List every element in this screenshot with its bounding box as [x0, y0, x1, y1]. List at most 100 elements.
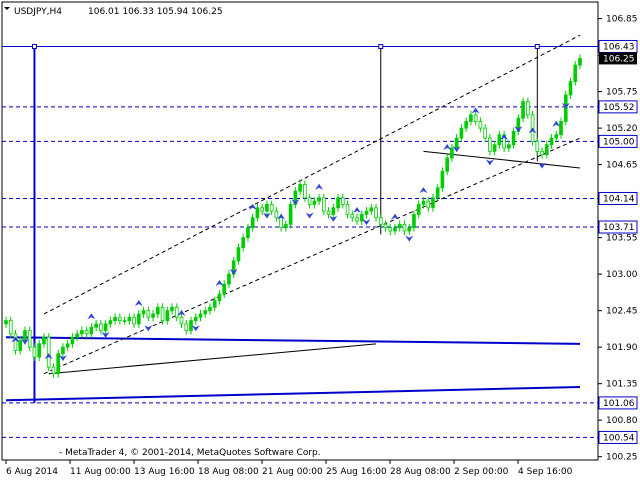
- candle-body: [179, 316, 184, 325]
- current-price-label: 106.25: [603, 54, 635, 64]
- candle-body: [407, 227, 412, 232]
- x-tick-label: 25 Aug 16:00: [326, 467, 387, 477]
- candle-body: [269, 204, 274, 212]
- candle-body: [303, 184, 307, 199]
- candle-body: [246, 227, 250, 239]
- y-axis: 100.25 100.80 101.35 101.90 102.45 103.00 103.…: [598, 15, 638, 463]
- candle-body: [511, 131, 516, 146]
- candle-body: [46, 336, 51, 368]
- candle-body: [364, 210, 369, 215]
- candle-body: [369, 207, 374, 212]
- candle-body: [374, 207, 378, 219]
- candle-body: [113, 316, 117, 322]
- candle-body: [336, 197, 340, 209]
- candle-body: [265, 204, 269, 212]
- candle-body: [208, 306, 212, 312]
- candle-body: [540, 150, 544, 156]
- candle-body: [544, 144, 549, 156]
- candle-body: [241, 237, 246, 248]
- candle-body: [255, 207, 260, 219]
- candle-body: [151, 313, 155, 318]
- candle-body: [4, 320, 8, 325]
- copyright-footer: - MetaTrader 4, © 2001-2014, MetaQuotes …: [59, 448, 321, 458]
- y-tick-label: 106.85: [606, 15, 638, 25]
- candle-body: [416, 204, 421, 215]
- ohlc-label: 106.01 106.33 105.94 106.25: [88, 7, 223, 17]
- marker-handle: [534, 43, 540, 49]
- candle-body: [393, 227, 397, 232]
- candle-body: [184, 323, 189, 331]
- x-tick-label: 2 Sep 00:00: [454, 467, 509, 477]
- y-tick-label: 104.65: [606, 161, 638, 171]
- candle-body: [464, 121, 468, 129]
- price-level-tag-label: 101.06: [603, 399, 635, 409]
- price-level-tag-label: 103.71: [603, 223, 635, 233]
- marker-handle: [31, 43, 37, 49]
- price-chart[interactable]: 100.25 100.80 101.35 101.90 102.45 103.00 103.…: [0, 0, 640, 480]
- candle-body: [160, 306, 165, 322]
- candle-body: [426, 200, 431, 209]
- candle-body: [118, 316, 122, 322]
- candle-body: [127, 316, 132, 322]
- candle-body: [94, 323, 98, 328]
- plot-area-border: [1, 1, 599, 461]
- candle-body: [260, 207, 264, 212]
- price-level-tag-label: 105.52: [603, 103, 635, 113]
- candle-body: [397, 223, 402, 229]
- candle-body: [340, 197, 345, 205]
- candle-body: [412, 214, 416, 229]
- candle-body: [331, 207, 336, 215]
- candle-body: [203, 310, 208, 315]
- price-level-tag-label: 105.00: [603, 137, 635, 147]
- candle-body: [103, 323, 108, 331]
- candle-body: [227, 273, 231, 285]
- candle-body: [488, 137, 492, 152]
- candle-body: [549, 137, 554, 146]
- x-tick-label: 28 Aug 08:00: [390, 467, 451, 477]
- candle-body: [122, 320, 127, 323]
- price-level-tag-label: 106.43: [603, 42, 635, 52]
- candle-body: [312, 200, 317, 205]
- candle-body: [37, 343, 42, 358]
- candle-body: [568, 81, 573, 96]
- candle-body: [483, 127, 487, 139]
- y-tick-label: 103.00: [606, 270, 638, 280]
- candle-body: [198, 313, 203, 318]
- candle-body: [355, 217, 359, 222]
- candle-body: [132, 316, 136, 325]
- candle-body: [473, 114, 478, 122]
- candle-body: [573, 64, 578, 83]
- y-tick-label: 105.20: [606, 124, 638, 134]
- candle-body: [554, 134, 559, 139]
- candle-body: [359, 214, 364, 222]
- y-tick-label: 105.75: [606, 88, 638, 98]
- x-tick-label: 4 Sep 16:00: [518, 467, 573, 477]
- candle-body: [146, 310, 151, 318]
- candle-body: [345, 204, 350, 215]
- candle-body: [23, 330, 27, 341]
- candle-body: [284, 223, 288, 229]
- candle-body: [307, 197, 312, 205]
- candle-body: [274, 210, 279, 219]
- candle-body: [141, 310, 146, 315]
- price-level-tag-label: 100.54: [603, 433, 635, 443]
- y-tick-label: 100.80: [606, 416, 638, 426]
- candle-body: [383, 223, 388, 229]
- candle-body: [431, 197, 435, 209]
- candle-body: [478, 121, 483, 129]
- candle-body: [42, 336, 46, 345]
- candle-body: [454, 137, 459, 149]
- candle-body: [388, 227, 393, 232]
- candle-body: [70, 336, 75, 345]
- candle-body: [435, 187, 440, 199]
- candle-body: [193, 316, 198, 322]
- candle-body: [559, 121, 563, 136]
- candle-body: [445, 157, 449, 172]
- chart-header: USDJPY,H4 106.01 106.33 105.94 106.25: [4, 7, 223, 17]
- candle-body: [108, 320, 113, 325]
- x-tick-label: 6 Aug 2014: [6, 467, 58, 477]
- candle-body: [51, 366, 56, 375]
- candle-body: [469, 114, 473, 122]
- candle-body: [450, 147, 454, 159]
- candle-body: [8, 320, 13, 335]
